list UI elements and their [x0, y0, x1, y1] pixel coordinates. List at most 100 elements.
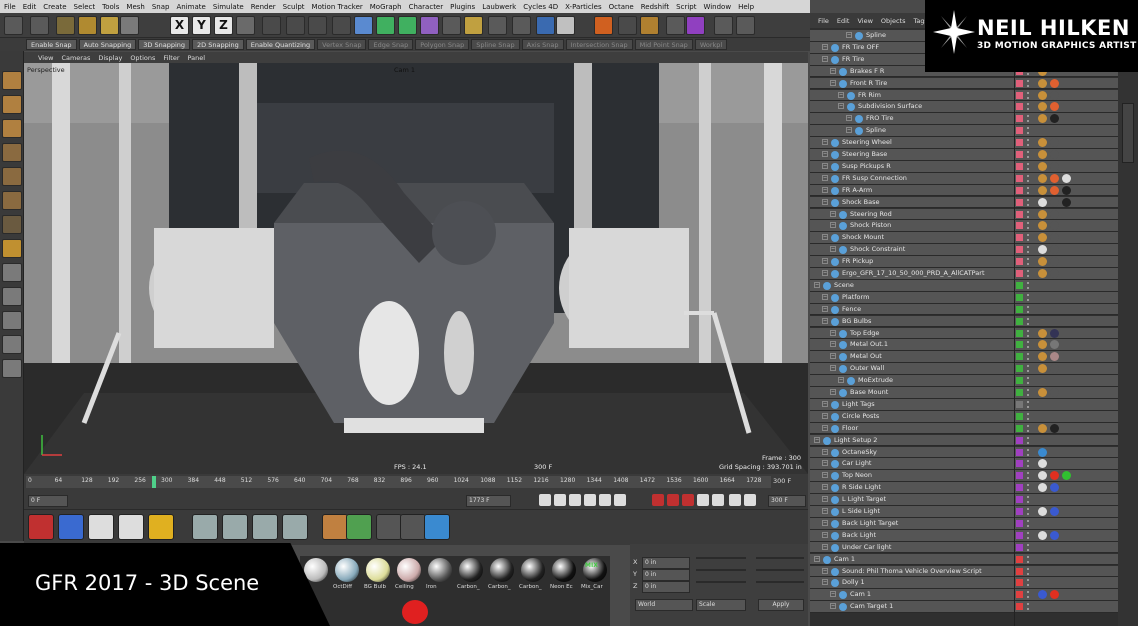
om-menu-objects[interactable]: Objects — [881, 17, 906, 25]
object-name[interactable]: Spline — [866, 126, 886, 134]
object-row[interactable]: − MoExtrude — [810, 375, 1120, 387]
object-tag-icon[interactable] — [1038, 161, 1047, 171]
expand-toggle[interactable]: − — [822, 151, 828, 157]
transport-button[interactable] — [744, 494, 756, 506]
object-row[interactable]: − Spline — [810, 125, 1120, 137]
layer-color-swatch[interactable] — [1016, 472, 1023, 480]
expand-toggle[interactable]: − — [830, 389, 836, 395]
coord-position-field[interactable]: 0 in — [642, 581, 690, 593]
toolbar-tool-icon[interactable] — [4, 16, 23, 35]
object-name[interactable]: Light Setup 2 — [834, 436, 877, 444]
toolbar-tool-icon[interactable] — [618, 16, 637, 35]
material-swatch-selected[interactable] — [402, 600, 428, 624]
timeline[interactable]: 300 F 0 64 128 192 256 300 384 448 512 576 640 704 7… — [24, 474, 808, 491]
layer-color-swatch[interactable] — [1016, 293, 1023, 301]
end-frame-field[interactable]: 300 F — [768, 495, 806, 507]
object-name[interactable]: Back Light Target — [842, 519, 898, 527]
object-name[interactable]: Under Car light — [842, 543, 891, 551]
visibility-toggle[interactable] — [1027, 293, 1030, 301]
object-tag-icon[interactable] — [1038, 590, 1047, 600]
object-name[interactable]: FR Rim — [858, 91, 881, 99]
toolbar-tool-icon[interactable] — [666, 16, 685, 35]
object-row[interactable]: − Cam 1 — [810, 589, 1120, 602]
snap-enable-snap[interactable]: Enable Snap — [26, 39, 77, 50]
layer-color-swatch[interactable] — [1016, 115, 1023, 123]
menu-simulate[interactable]: Simulate — [213, 3, 244, 11]
object-row[interactable]: − Top Neon — [810, 470, 1120, 483]
object-tag-icon[interactable] — [1050, 233, 1059, 243]
visibility-toggle[interactable] — [1027, 198, 1030, 206]
object-tag-icon[interactable] — [1050, 245, 1059, 255]
object-tag-icon[interactable] — [1050, 340, 1059, 350]
object-name[interactable]: FR Susp Connection — [842, 174, 907, 182]
viewport-menu-options[interactable]: Options — [130, 54, 155, 62]
visibility-toggle[interactable] — [1027, 210, 1030, 218]
expand-toggle[interactable]: − — [830, 341, 836, 348]
object-name[interactable]: Platform — [842, 293, 869, 301]
snap-enable-quantizing[interactable]: Enable Quantizing — [245, 39, 316, 50]
left-tool-icon[interactable] — [2, 335, 22, 354]
menu-motion-tracker[interactable]: Motion Tracker — [312, 3, 363, 11]
visibility-toggle[interactable] — [1027, 305, 1030, 313]
object-row[interactable]: − Floor — [810, 422, 1120, 435]
expand-toggle[interactable]: − — [830, 246, 836, 253]
expand-toggle[interactable]: − — [822, 305, 828, 312]
toolbar-tool-icon[interactable] — [464, 16, 483, 35]
expand-toggle[interactable]: − — [822, 186, 828, 193]
expand-toggle[interactable]: − — [822, 531, 828, 538]
menu-mesh[interactable]: Mesh — [126, 3, 144, 11]
object-tag-icon[interactable] — [1038, 78, 1047, 88]
expand-toggle[interactable]: − — [846, 127, 852, 134]
viewport-menu-filter[interactable]: Filter — [163, 54, 179, 62]
menu-script[interactable]: Script — [676, 3, 696, 11]
layer-color-swatch[interactable] — [1016, 151, 1023, 158]
snap-axis-snap[interactable]: Axis Snap — [521, 39, 564, 50]
menu-window[interactable]: Window — [703, 3, 731, 11]
viewport-camera-label[interactable]: Cam 1 — [394, 66, 415, 74]
max-frame-field[interactable]: 1773 F — [466, 495, 511, 507]
visibility-toggle[interactable] — [1027, 412, 1030, 420]
expand-toggle[interactable]: − — [822, 162, 828, 169]
object-tag-icon[interactable] — [1038, 138, 1047, 148]
object-name[interactable]: BG Bulbs — [842, 317, 871, 325]
visibility-toggle[interactable] — [1027, 531, 1030, 539]
object-tag-icon[interactable] — [1050, 185, 1059, 195]
visibility-toggle[interactable] — [1027, 353, 1030, 361]
visibility-toggle[interactable] — [1027, 555, 1030, 563]
toolbar-tool-icon[interactable] — [78, 16, 97, 35]
layer-color-swatch[interactable] — [1016, 579, 1023, 587]
object-name[interactable]: Top Edge — [850, 329, 879, 337]
viewport-menu-cameras[interactable]: Cameras — [61, 54, 90, 62]
snap-auto-snapping[interactable]: Auto Snapping — [78, 39, 137, 50]
object-name[interactable]: Cam Target 1 — [850, 602, 893, 610]
layer-color-swatch[interactable] — [1016, 519, 1023, 527]
expand-toggle[interactable]: − — [822, 258, 828, 265]
expand-toggle[interactable]: − — [822, 424, 828, 431]
toolbar-tool-icon[interactable] — [376, 16, 395, 35]
transport-button[interactable] — [712, 494, 724, 506]
snap-intersection-snap[interactable]: Intersection Snap — [565, 39, 633, 50]
menu-file[interactable]: File — [4, 3, 16, 11]
coord-rotation-field[interactable] — [756, 581, 804, 583]
layer-color-swatch[interactable] — [1016, 531, 1023, 539]
object-name[interactable]: Base Mount — [850, 388, 888, 396]
visibility-toggle[interactable] — [1027, 222, 1030, 230]
toolbar-tool-icon[interactable] — [442, 16, 461, 35]
object-tag-icon[interactable] — [1038, 114, 1047, 124]
expand-toggle[interactable]: − — [830, 591, 836, 598]
object-name[interactable]: R Side Light — [842, 483, 881, 491]
toolbar-tool-icon[interactable] — [332, 16, 351, 35]
expand-toggle[interactable]: − — [814, 436, 820, 443]
object-row[interactable]: − FR Pickup — [810, 256, 1120, 268]
visibility-toggle[interactable] — [1027, 496, 1030, 504]
object-name[interactable]: Outer Wall — [850, 364, 884, 372]
layer-color-swatch[interactable] — [1016, 365, 1023, 373]
visibility-toggle[interactable] — [1027, 400, 1030, 408]
object-row[interactable]: − Steering Rod — [810, 208, 1120, 221]
layer-color-swatch[interactable] — [1016, 186, 1023, 194]
expand-toggle[interactable]: − — [846, 32, 852, 38]
expand-toggle[interactable]: − — [822, 484, 828, 491]
visibility-toggle[interactable] — [1027, 329, 1030, 337]
object-name[interactable]: FRO Tire — [866, 114, 894, 122]
menu-x-particles[interactable]: X-Particles — [565, 3, 601, 11]
